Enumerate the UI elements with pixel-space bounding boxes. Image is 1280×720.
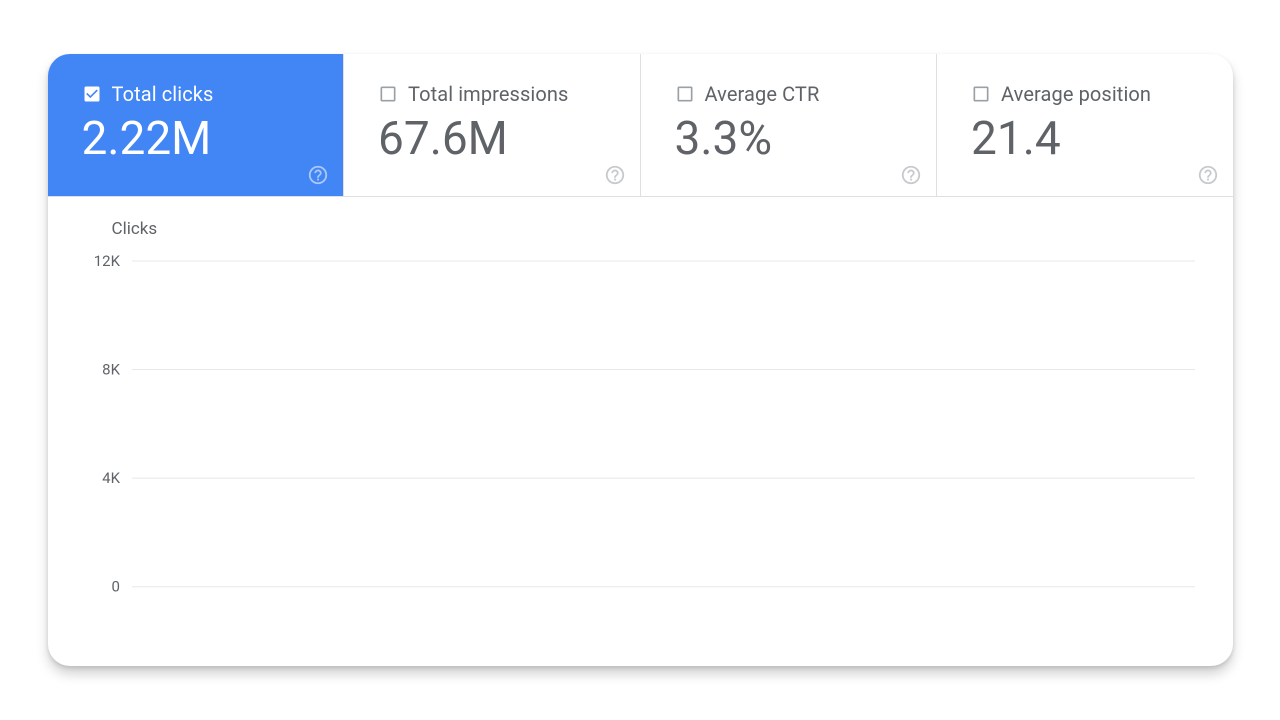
svg-text:0: 0 (111, 577, 119, 595)
tab-value: 2.22M (82, 116, 310, 162)
chart-title: Clicks (112, 219, 1209, 239)
metric-tabs: Total clicks 2.22M Total impressions 67.… (48, 54, 1233, 197)
tab-value: 21.4 (971, 116, 1199, 162)
help-icon[interactable] (604, 164, 626, 186)
svg-text:8K: 8K (102, 360, 120, 378)
tab-average-position[interactable]: Average position 21.4 (936, 54, 1233, 197)
tab-value: 67.6M (378, 116, 606, 162)
checkbox-unchecked-icon (378, 84, 398, 104)
svg-text:12K: 12K (93, 253, 120, 270)
checkbox-unchecked-icon (675, 84, 695, 104)
help-icon[interactable] (1197, 164, 1219, 186)
tab-total-impressions[interactable]: Total impressions 67.6M (343, 54, 640, 197)
performance-card: Total clicks 2.22M Total impressions 67.… (48, 54, 1233, 667)
svg-text:4K: 4K (102, 469, 120, 487)
tab-label: Total impressions (408, 82, 568, 106)
help-icon[interactable] (900, 164, 922, 186)
tab-total-clicks[interactable]: Total clicks 2.22M (48, 54, 344, 197)
tab-label: Average CTR (705, 82, 820, 106)
help-icon[interactable] (307, 164, 329, 186)
checkbox-unchecked-icon (971, 84, 991, 104)
tab-label: Average position (1001, 82, 1151, 106)
checkbox-checked-icon (82, 84, 102, 104)
tab-value: 3.3% (675, 116, 903, 162)
clicks-line-chart: 0 4K 8K 12K (70, 253, 1209, 633)
tab-label: Total clicks (112, 82, 214, 106)
tab-average-ctr[interactable]: Average CTR 3.3% (640, 54, 937, 197)
